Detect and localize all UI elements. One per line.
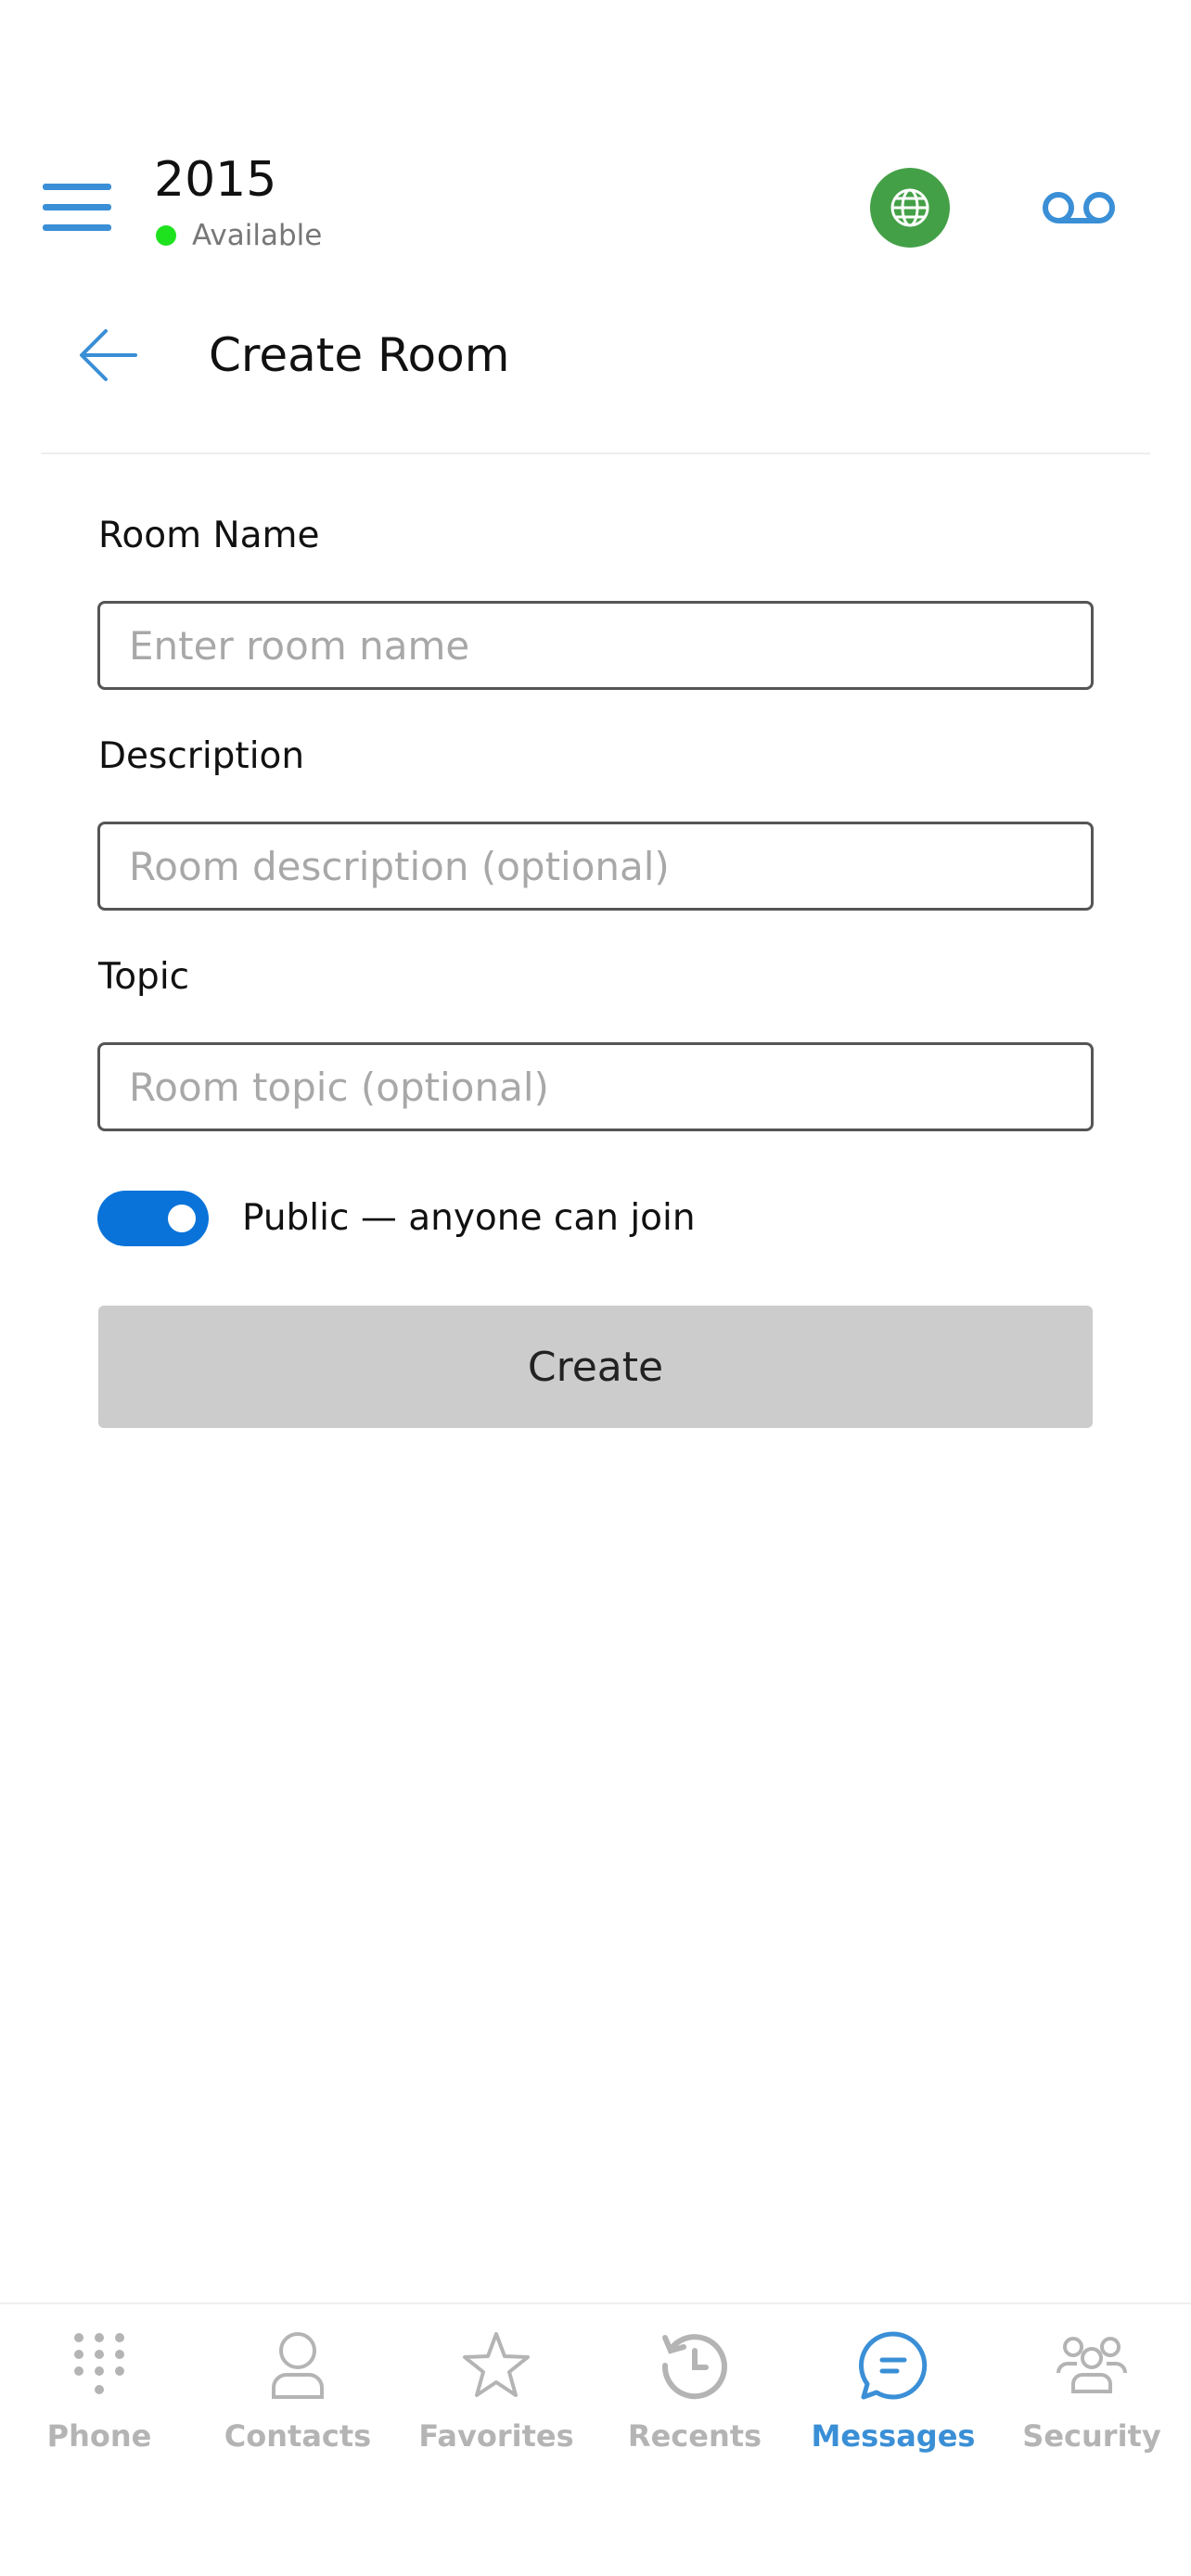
- room-name-label: Room Name: [98, 515, 320, 556]
- public-toggle[interactable]: [97, 1191, 209, 1246]
- create-button[interactable]: Create: [98, 1306, 1093, 1428]
- tab-phone[interactable]: Phone: [0, 2328, 198, 2468]
- tab-contacts[interactable]: Contacts: [198, 2328, 397, 2468]
- create-room-screen: 2015 Available Create Room Room Name Des…: [0, 0, 1191, 2576]
- tab-label: Messages: [811, 2418, 976, 2454]
- tab-label: Contacts: [224, 2418, 372, 2454]
- dialpad-icon: [62, 2328, 136, 2403]
- person-icon: [261, 2328, 335, 2403]
- voicemail-icon[interactable]: [1041, 184, 1117, 232]
- globe-icon[interactable]: [870, 168, 950, 248]
- history-icon: [658, 2328, 732, 2403]
- star-icon: [459, 2328, 533, 2403]
- back-button[interactable]: [78, 325, 139, 386]
- tab-label: Phone: [46, 2418, 152, 2454]
- description-input[interactable]: [97, 822, 1094, 911]
- extension-number: 2015: [154, 152, 277, 208]
- tab-messages[interactable]: Messages: [794, 2328, 992, 2468]
- status-indicator: [156, 225, 176, 246]
- tab-security[interactable]: Security: [992, 2328, 1191, 2468]
- tab-label: Recents: [627, 2418, 762, 2454]
- tab-label: Favorites: [418, 2418, 574, 2454]
- divider: [41, 453, 1150, 454]
- tab-favorites[interactable]: Favorites: [397, 2328, 596, 2468]
- tab-recents[interactable]: Recents: [596, 2328, 794, 2468]
- presence-status[interactable]: Available: [192, 217, 322, 254]
- topic-input[interactable]: [97, 1042, 1094, 1131]
- room-name-input[interactable]: [97, 601, 1094, 690]
- arrow-left-icon: [80, 329, 137, 381]
- page-title: Create Room: [209, 328, 510, 382]
- toggle-knob: [168, 1205, 196, 1232]
- public-toggle-label: Public — anyone can join: [242, 1197, 696, 1239]
- chat-bubble-icon: [856, 2328, 930, 2403]
- hamburger-menu-icon[interactable]: [43, 182, 111, 234]
- tab-label: Security: [1022, 2418, 1161, 2454]
- group-icon: [1055, 2328, 1129, 2403]
- description-label: Description: [98, 735, 305, 777]
- topic-label: Topic: [98, 956, 190, 998]
- bottom-tab-bar: Phone Contacts Favorites Recents Message…: [0, 2302, 1191, 2576]
